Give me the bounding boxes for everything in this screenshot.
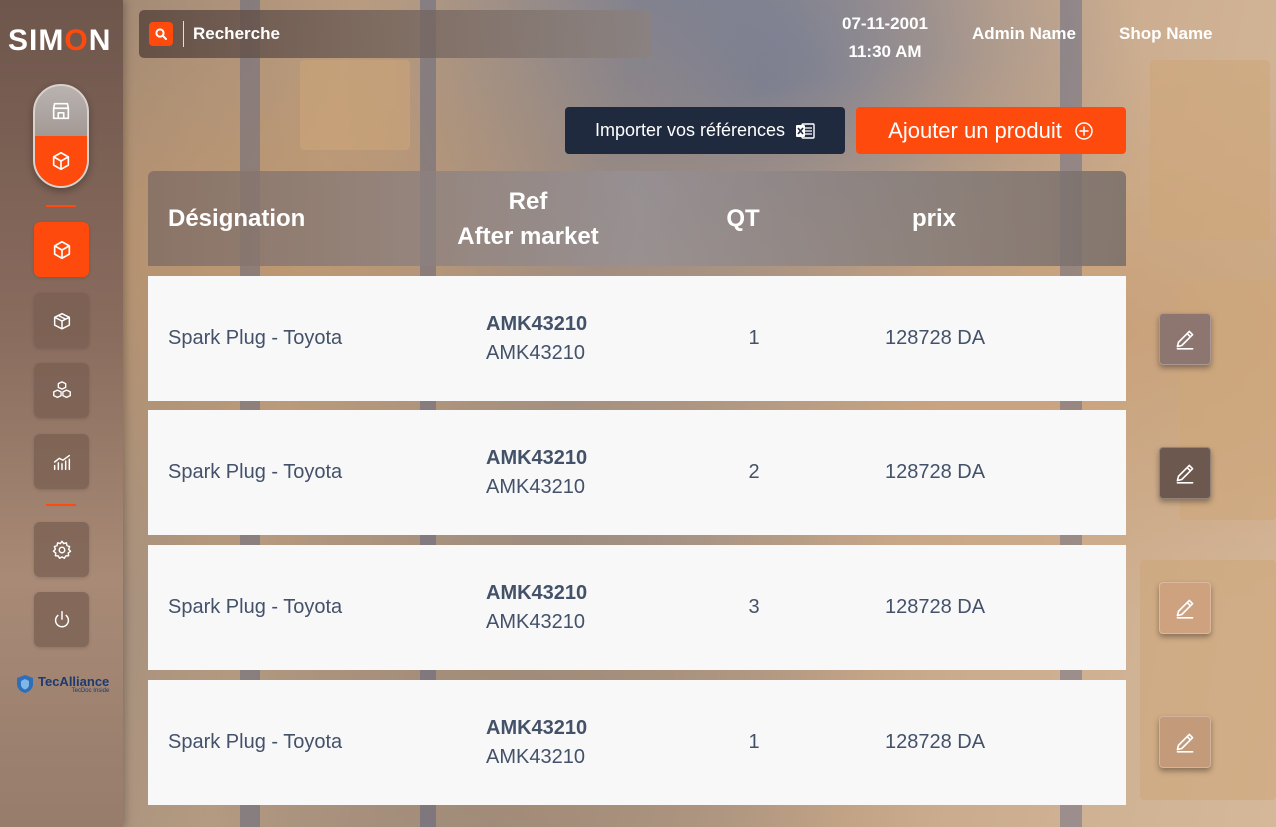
- price-cell: 128728 DA: [885, 596, 986, 618]
- ref-sub: AMK43210: [486, 610, 585, 633]
- sidebar: SIMON TecAlliance TecDoc Inside: [0, 0, 123, 827]
- designation-cell: Spark Plug - Toyota: [168, 596, 343, 618]
- ref-sub: AMK43210: [486, 475, 585, 498]
- designation-cell: Spark Plug - Toyota: [168, 461, 343, 483]
- qt-cell: 1: [748, 327, 760, 349]
- partner-name: TecAlliance: [38, 673, 110, 689]
- shop-name[interactable]: Shop Name: [1119, 24, 1213, 44]
- pencil-icon: [1176, 599, 1194, 619]
- boxes-icon: [52, 380, 71, 398]
- ref-main: AMK43210: [486, 581, 588, 604]
- power-icon: [54, 610, 69, 627]
- sidebar-item-settings[interactable]: [34, 522, 89, 577]
- ref-sub: AMK43210: [486, 745, 585, 768]
- column-ref[interactable]: Ref After market: [438, 171, 618, 266]
- datetime: 07-11-2001 11:30 AM: [826, 10, 944, 66]
- column-prix[interactable]: prix: [894, 171, 974, 266]
- import-label: Importer vos références: [594, 120, 786, 140]
- price-cell: 128728 DA: [885, 461, 986, 483]
- ref-sub: AMK43210: [486, 341, 585, 364]
- tecalliance-shield-icon: [17, 675, 33, 693]
- search-icon[interactable]: [149, 22, 173, 46]
- box-icon: [53, 240, 70, 259]
- ref-main: AMK43210: [486, 716, 588, 739]
- box-icon: [52, 151, 70, 171]
- pencil-icon: [1176, 733, 1194, 753]
- table-header: Désignation Ref After market QT prix: [148, 171, 1126, 266]
- tecalliance-logo: TecAlliance TecDoc Inside: [16, 674, 109, 694]
- logo[interactable]: SIMON: [8, 24, 111, 58]
- column-ref-line2: After market: [457, 222, 599, 250]
- date-text: 07-11-2001: [841, 14, 929, 33]
- sidebar-item-stock[interactable]: [34, 363, 89, 418]
- price-cell: 128728 DA: [885, 327, 986, 349]
- partner-sub: TecDoc Inside: [71, 687, 110, 694]
- import-references-button[interactable]: Importer vos références: [565, 107, 845, 154]
- add-label: Ajouter un produit: [888, 117, 1062, 143]
- sidebar-divider: [46, 504, 76, 506]
- pencil-icon: [1176, 330, 1194, 350]
- time-text: 11:30 AM: [848, 42, 922, 61]
- column-designation[interactable]: Désignation: [168, 171, 305, 266]
- ref-cell: AMK43210 AMK43210: [486, 680, 587, 805]
- designation-cell: Spark Plug - Toyota: [168, 327, 343, 349]
- open-box-icon: [53, 312, 70, 330]
- search-bar[interactable]: Recherche: [139, 10, 652, 58]
- column-ref-line1: Ref: [508, 187, 548, 215]
- add-product-button[interactable]: Ajouter un produit: [856, 107, 1126, 154]
- ref-cell: AMK43210 AMK43210: [486, 276, 587, 401]
- edit-button[interactable]: [1159, 582, 1211, 634]
- sidebar-item-package[interactable]: [34, 293, 89, 348]
- sidebar-divider: [46, 205, 76, 207]
- admin-name[interactable]: Admin Name: [972, 24, 1076, 44]
- plus-circle-icon: [1075, 121, 1093, 140]
- ref-cell: AMK43210 AMK43210: [486, 545, 587, 670]
- ref-main: AMK43210: [486, 446, 588, 469]
- product-mode-button[interactable]: [35, 136, 87, 186]
- column-qt[interactable]: QT: [708, 171, 778, 266]
- edit-button[interactable]: [1159, 716, 1211, 768]
- table-row[interactable]: Spark Plug - Toyota AMK43210 AMK43210 2 …: [148, 410, 1126, 535]
- search-separator: [183, 21, 184, 47]
- table-row[interactable]: Spark Plug - Toyota AMK43210 AMK43210 1 …: [148, 680, 1126, 805]
- gear-icon: [52, 540, 71, 559]
- table-row[interactable]: Spark Plug - Toyota AMK43210 AMK43210 3 …: [148, 545, 1126, 670]
- designation-cell: Spark Plug - Toyota: [168, 731, 343, 753]
- pencil-icon: [1176, 464, 1194, 484]
- search-input[interactable]: Recherche: [193, 24, 280, 44]
- chart-icon: [53, 454, 70, 470]
- ref-cell: AMK43210 AMK43210: [486, 410, 587, 535]
- edit-button[interactable]: [1159, 313, 1211, 365]
- sidebar-item-logout[interactable]: [34, 592, 89, 647]
- excel-icon: [796, 122, 815, 139]
- ref-main: AMK43210: [486, 312, 588, 335]
- price-cell: 128728 DA: [885, 731, 986, 753]
- qt-cell: 3: [748, 596, 760, 618]
- shop-mode-button[interactable]: [35, 86, 87, 136]
- table-row[interactable]: Spark Plug - Toyota AMK43210 AMK43210 1 …: [148, 276, 1126, 401]
- edit-button[interactable]: [1159, 447, 1211, 499]
- sidebar-item-products[interactable]: [34, 222, 89, 277]
- mode-toggle[interactable]: [33, 84, 89, 188]
- store-icon: [52, 102, 70, 120]
- qt-cell: 1: [748, 731, 760, 753]
- sidebar-item-stats[interactable]: [34, 434, 89, 489]
- qt-cell: 2: [748, 461, 760, 483]
